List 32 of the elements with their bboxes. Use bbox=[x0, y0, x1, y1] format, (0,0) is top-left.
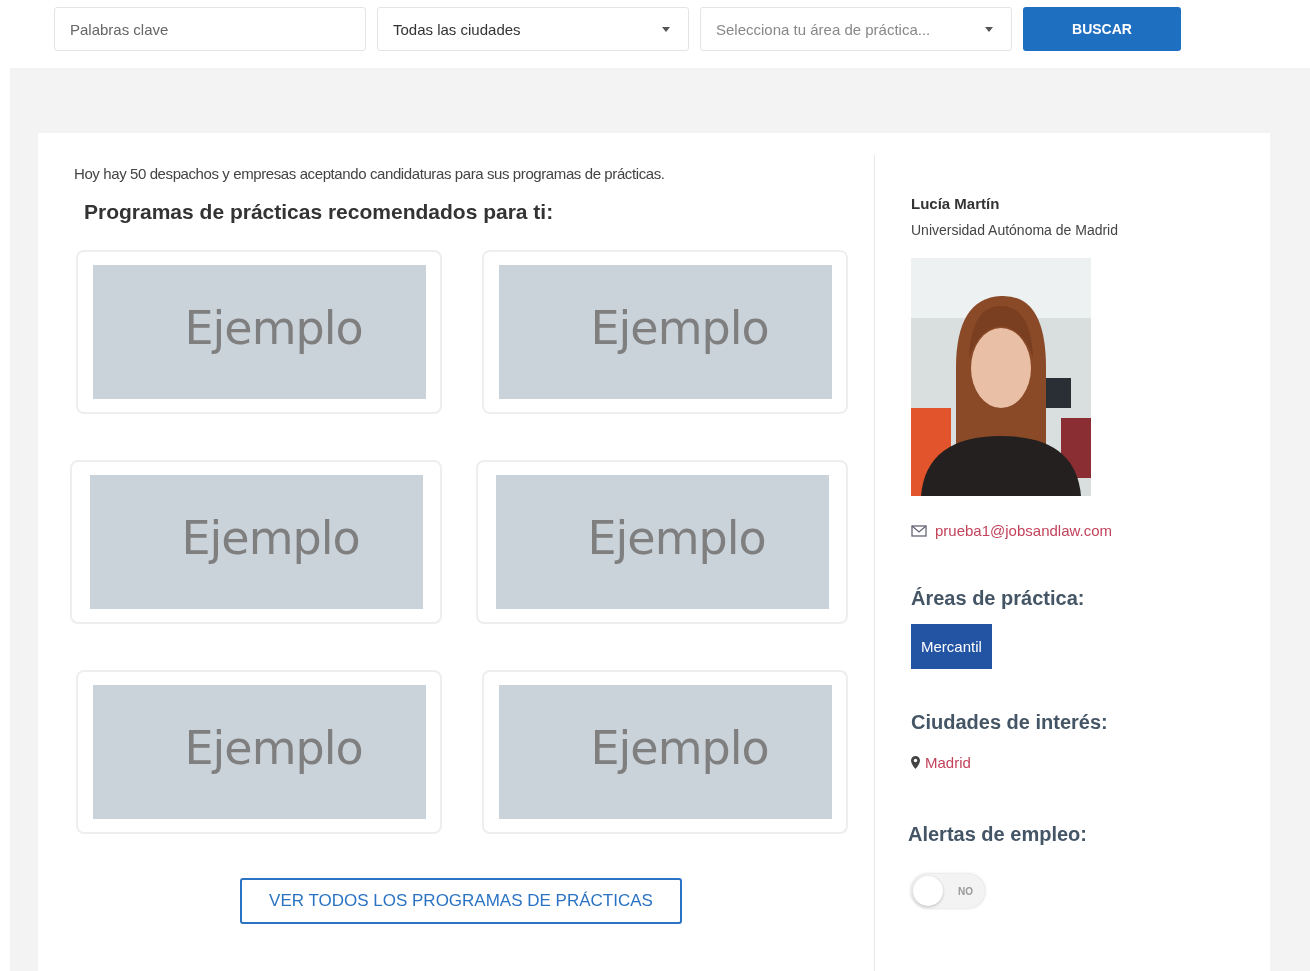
program-card[interactable]: Ejemplo bbox=[70, 460, 442, 624]
program-card[interactable]: Ejemplo bbox=[482, 250, 848, 414]
program-card[interactable]: Ejemplo bbox=[76, 250, 442, 414]
cities-heading: Ciudades de interés: bbox=[911, 711, 1108, 734]
caret-icon bbox=[662, 26, 670, 32]
email-link[interactable]: prueba1@jobsandlaw.com bbox=[935, 522, 1112, 539]
city-dropdown[interactable]: Todas las ciudades bbox=[377, 7, 689, 51]
program-card[interactable]: Ejemplo bbox=[76, 670, 442, 834]
practice-area-tag[interactable]: Mercantil bbox=[911, 624, 992, 669]
section-heading: Programas de prácticas recomendados para ti: bbox=[84, 200, 555, 224]
envelope-icon bbox=[911, 524, 927, 537]
keywords-field[interactable]: Palabras clave bbox=[54, 7, 366, 51]
sample-label: Ejemplo bbox=[587, 511, 766, 565]
view-all-button[interactable]: VER TODOS LOS PROGRAMAS DE PRÁCTICAS bbox=[240, 878, 682, 924]
program-card[interactable]: Ejemplo bbox=[482, 670, 848, 834]
caret-icon bbox=[985, 26, 993, 32]
profile-name: Lucía Martín bbox=[911, 195, 1000, 212]
area-dropdown[interactable]: Selecciona tu área de práctica... bbox=[700, 7, 1012, 51]
alerts-toggle[interactable]: NO bbox=[911, 874, 985, 908]
sample-label: Ejemplo bbox=[181, 511, 360, 565]
sample-label: Ejemplo bbox=[184, 721, 363, 775]
sample-label: Ejemplo bbox=[184, 301, 363, 355]
location-pin-icon bbox=[911, 756, 920, 769]
sample-label: Ejemplo bbox=[590, 721, 769, 775]
areas-heading: Áreas de práctica: bbox=[911, 587, 1085, 610]
search-button[interactable]: BUSCAR bbox=[1023, 7, 1181, 51]
profile-university: Universidad Autónoma de Madrid bbox=[911, 222, 1118, 238]
city-link[interactable]: Madrid bbox=[925, 754, 971, 771]
alerts-heading: Alertas de empleo: bbox=[908, 823, 1087, 846]
program-card[interactable]: Ejemplo bbox=[476, 460, 848, 624]
sample-label: Ejemplo bbox=[590, 301, 769, 355]
intro-text: Hoy hay 50 despachos y empresas aceptando candidaturas para sus programas de prácticas. bbox=[74, 165, 666, 182]
